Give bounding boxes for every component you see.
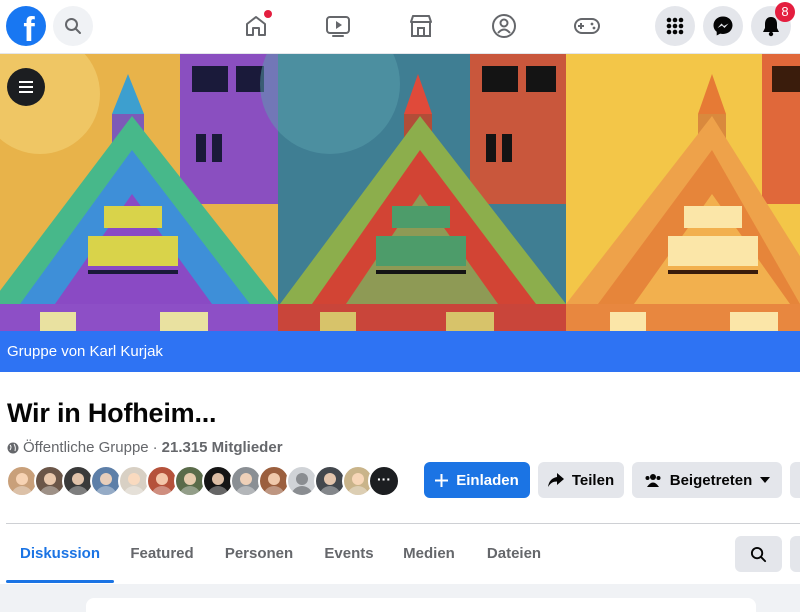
nav-marketplace[interactable] [405, 10, 437, 42]
group-privacy[interactable]: Öffentliche Gruppe [23, 439, 149, 456]
joined-label: Beigetreten [669, 471, 753, 489]
tabs-more-button[interactable] [790, 536, 800, 572]
nav-groups[interactable] [488, 10, 520, 42]
watch-icon [326, 16, 350, 37]
nav-watch[interactable] [322, 10, 354, 42]
search-icon [65, 18, 81, 34]
cover-menu-button[interactable] [7, 68, 45, 106]
messenger-icon [713, 16, 733, 36]
group-tabs: Diskussion Featured Personen Events Medi… [6, 525, 800, 583]
group-page: f 8 Gruppe von Karl Kurjak Wir in Hofhei… [0, 0, 800, 612]
meta-separator: · [152, 439, 158, 456]
notifications-button[interactable]: 8 [751, 2, 795, 46]
tab-events[interactable]: Events [316, 525, 382, 583]
section-divider [6, 523, 800, 524]
composer-card[interactable] [86, 598, 756, 612]
more-actions-button[interactable] [790, 462, 800, 498]
tab-diskussion[interactable]: Diskussion [6, 525, 114, 583]
member-count[interactable]: 21.315 Mitglieder [162, 439, 283, 456]
group-cover-image [0, 54, 800, 331]
messenger-button[interactable] [703, 6, 743, 46]
menu-button[interactable] [655, 6, 695, 46]
tab-personen[interactable]: Personen [216, 525, 302, 583]
globe-icon [7, 442, 19, 453]
nav-gaming[interactable] [571, 10, 603, 42]
search-icon [750, 546, 767, 562]
plus-icon [435, 473, 449, 487]
invite-button[interactable]: Einladen [424, 462, 530, 498]
cover-artwork [0, 54, 800, 331]
home-notification-dot [264, 10, 272, 18]
share-arrow-icon [547, 473, 564, 487]
tab-featured[interactable]: Featured [122, 525, 202, 583]
group-owner-text: Gruppe von Karl Kurjak [7, 343, 163, 360]
share-label: Teilen [571, 471, 615, 489]
group-owner-banner[interactable]: Gruppe von Karl Kurjak [0, 331, 800, 372]
menu-grid-icon [666, 17, 684, 35]
groups-icon [492, 14, 516, 38]
caret-down-icon [760, 477, 771, 483]
group-search-button[interactable] [735, 536, 782, 572]
marketplace-icon [410, 15, 432, 37]
people-icon [645, 474, 661, 487]
gaming-icon [574, 18, 600, 34]
notifications-badge: 8 [775, 2, 795, 22]
facebook-logo[interactable]: f [6, 6, 46, 46]
hamburger-icon [19, 81, 33, 93]
group-title: Wir in Hofheim... [7, 398, 217, 428]
member-avatars[interactable]: ··· [6, 465, 406, 497]
top-navigation: f 8 [0, 0, 800, 54]
search-button[interactable] [53, 6, 93, 46]
tab-medien[interactable]: Medien [396, 525, 462, 583]
more-members-button[interactable]: ··· [368, 465, 400, 497]
group-meta: Öffentliche Gruppe · 21.315 Mitglieder [7, 439, 283, 456]
invite-label: Einladen [456, 471, 519, 489]
nav-home[interactable] [240, 10, 272, 42]
joined-button[interactable]: Beigetreten [632, 462, 782, 498]
share-button[interactable]: Teilen [538, 462, 624, 498]
tab-dateien[interactable]: Dateien [478, 525, 550, 583]
